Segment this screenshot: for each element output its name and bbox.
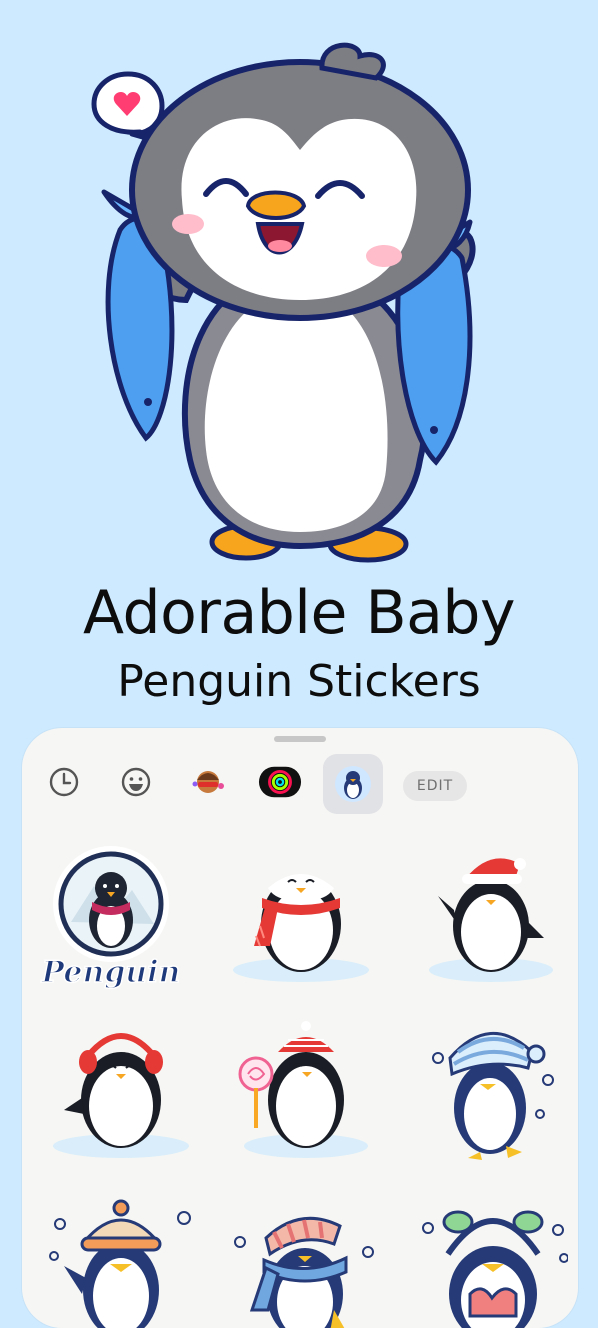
hero-penguin-illustration [91, 42, 476, 563]
penguin-headphones-sticker[interactable] [418, 1198, 568, 1328]
tab-penguin-pack[interactable] [323, 754, 383, 814]
headline-title: Adorable Baby [83, 578, 516, 648]
headline-subtitle: Penguin Stickers [117, 656, 481, 707]
edit-button[interactable]: EDIT [403, 771, 467, 801]
sticker-badge-text: Penguin [41, 955, 181, 990]
penguin-santa-hat-sticker[interactable] [416, 842, 566, 992]
sticker-tab-bar: EDIT [22, 754, 578, 820]
emoji-face-icon [121, 767, 151, 797]
penguin-striped-beanie-sticker[interactable] [420, 1018, 570, 1168]
tab-emoji[interactable] [114, 760, 158, 804]
sticker-keyboard-sheet: EDIT Penguin [22, 728, 578, 1328]
tab-activity[interactable] [258, 760, 302, 804]
recent-clock-icon [49, 767, 79, 797]
sheet-grabber-handle[interactable] [274, 736, 326, 742]
tab-memoji[interactable] [186, 760, 230, 804]
penguin-blue-scarf-sticker[interactable] [230, 1198, 380, 1328]
penguin-pack-icon [335, 766, 371, 802]
activity-rings-icon [258, 766, 302, 798]
penguin-logo-sticker[interactable]: Penguin [36, 842, 186, 992]
penguin-earmuffs-sticker[interactable] [46, 1018, 196, 1168]
tab-recent[interactable] [42, 760, 86, 804]
memoji-avatar-icon [192, 771, 224, 793]
penguin-orange-beanie-sticker[interactable] [46, 1198, 196, 1328]
penguin-red-scarf-sticker[interactable] [226, 842, 376, 992]
penguin-lollipop-sticker[interactable] [226, 1018, 376, 1168]
